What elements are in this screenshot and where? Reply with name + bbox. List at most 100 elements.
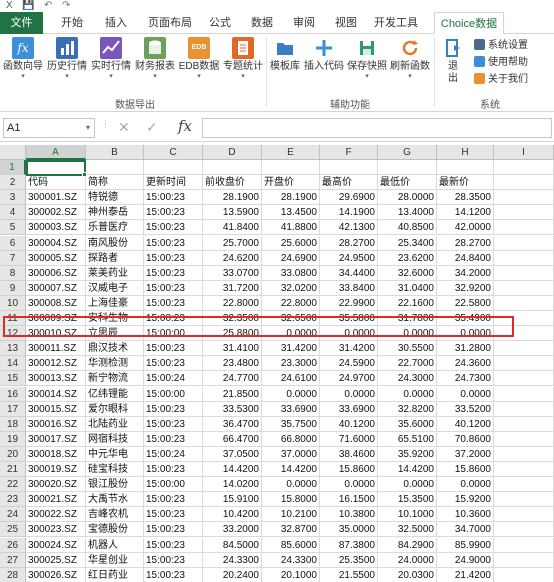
table-cell[interactable]: 15.8000 xyxy=(262,492,320,508)
table-cell[interactable]: 41.8400 xyxy=(203,220,262,236)
table-cell[interactable] xyxy=(494,190,554,206)
table-cell[interactable]: 24.0000 xyxy=(378,552,437,568)
table-cell[interactable]: 华星创业 xyxy=(86,552,144,568)
table-cell[interactable]: 14.1900 xyxy=(320,205,378,221)
table-cell[interactable]: 代码 xyxy=(26,175,86,191)
table-cell[interactable] xyxy=(494,295,554,311)
about-us-button[interactable]: 关于我们 xyxy=(474,73,528,86)
table-cell[interactable] xyxy=(144,160,203,175)
table-cell[interactable] xyxy=(262,160,320,175)
table-cell[interactable]: 28.1900 xyxy=(203,190,262,206)
table-cell[interactable]: 40.8500 xyxy=(378,220,437,236)
table-cell[interactable]: 37.0000 xyxy=(262,446,320,462)
table-cell[interactable]: 上海佳豪 xyxy=(86,295,144,311)
table-cell[interactable] xyxy=(494,175,554,191)
table-cell[interactable]: 24.6200 xyxy=(203,250,262,266)
table-cell[interactable]: 37.0500 xyxy=(203,446,262,462)
table-cell[interactable]: 15:00:23 xyxy=(144,341,203,357)
row-header[interactable]: 23 xyxy=(0,492,26,508)
table-cell[interactable]: 0.0000 xyxy=(437,386,494,402)
table-cell[interactable]: 10.3600 xyxy=(437,507,494,523)
tab-file[interactable]: 文件 xyxy=(0,12,43,34)
table-cell[interactable]: 35.0000 xyxy=(320,522,378,538)
table-cell[interactable]: 硅宝科技 xyxy=(86,462,144,477)
table-cell[interactable]: 31.4200 xyxy=(262,341,320,357)
edb-data-button[interactable]: EDB EDB数据 ▾ xyxy=(177,37,221,81)
table-cell[interactable]: 大禹节水 xyxy=(86,492,144,508)
table-cell[interactable] xyxy=(494,356,554,372)
spreadsheet-grid[interactable]: A B C D E F G H I 1 2 代码 简称 更新时间 前收盘价 开盘价 最高价 最低价 最新价 3 3000… xyxy=(0,145,554,582)
chevron-down-icon[interactable]: ▾ xyxy=(86,119,90,137)
table-cell[interactable]: 15:00:23 xyxy=(144,401,203,417)
row-header[interactable]: 15 xyxy=(0,371,26,387)
table-cell[interactable]: 24.9700 xyxy=(320,371,378,387)
table-cell[interactable]: 300011.SZ xyxy=(26,341,86,357)
table-cell[interactable]: 25.3400 xyxy=(378,235,437,251)
table-cell[interactable] xyxy=(494,507,554,523)
table-cell[interactable]: 31.4200 xyxy=(320,341,378,357)
table-cell[interactable] xyxy=(494,537,554,553)
table-cell[interactable]: 35.6000 xyxy=(378,416,437,432)
table-cell[interactable]: 32.8200 xyxy=(378,401,437,417)
table-cell[interactable]: 14.4200 xyxy=(378,462,437,477)
row-header[interactable]: 2 xyxy=(0,175,26,191)
row-header[interactable]: 13 xyxy=(0,341,26,357)
table-cell[interactable]: 21.8500 xyxy=(203,386,262,402)
formula-input[interactable] xyxy=(202,118,552,138)
row-header[interactable]: 18 xyxy=(0,416,26,432)
table-cell[interactable]: 亿纬锂能 xyxy=(86,386,144,402)
table-cell[interactable]: 15:00:23 xyxy=(144,280,203,296)
table-cell[interactable]: 24.3300 xyxy=(203,552,262,568)
table-cell[interactable]: 300006.SZ xyxy=(26,265,86,281)
table-cell[interactable]: 28.2700 xyxy=(320,235,378,251)
row-header[interactable]: 20 xyxy=(0,446,26,462)
table-cell[interactable]: 65.5100 xyxy=(378,431,437,447)
table-cell[interactable] xyxy=(494,235,554,251)
insert-code-button[interactable]: 插入代码 xyxy=(303,37,345,73)
table-cell[interactable]: 22.1600 xyxy=(378,295,437,311)
table-cell[interactable]: 15:00:23 xyxy=(144,356,203,372)
table-cell[interactable]: 30.5500 xyxy=(378,341,437,357)
table-cell[interactable]: 24.9500 xyxy=(320,250,378,266)
table-cell[interactable]: 15:00:24 xyxy=(144,446,203,462)
table-cell[interactable]: 21.4200 xyxy=(437,567,494,582)
tab-view[interactable]: 视图 xyxy=(328,12,364,34)
table-cell[interactable]: 24.7700 xyxy=(203,371,262,387)
table-cell[interactable]: 300008.SZ xyxy=(26,295,86,311)
table-cell[interactable]: 0.0000 xyxy=(378,386,437,402)
table-cell[interactable]: 13.5900 xyxy=(203,205,262,221)
table-cell[interactable]: 42.0000 xyxy=(437,220,494,236)
row-header[interactable]: 6 xyxy=(0,235,26,251)
table-cell[interactable] xyxy=(494,522,554,538)
table-cell[interactable]: 37.2000 xyxy=(437,446,494,462)
column-header[interactable]: B xyxy=(86,145,144,160)
table-cell[interactable]: 10.1000 xyxy=(378,507,437,523)
table-cell[interactable]: 神州泰岳 xyxy=(86,205,144,221)
table-cell[interactable]: 28.3500 xyxy=(437,190,494,206)
table-cell[interactable]: 22.8000 xyxy=(203,295,262,311)
table-cell[interactable]: 15:00:23 xyxy=(144,250,203,266)
table-cell[interactable]: 35.7500 xyxy=(262,416,320,432)
table-cell[interactable]: 15:00:23 xyxy=(144,462,203,477)
column-header[interactable]: A xyxy=(26,145,86,160)
table-cell[interactable] xyxy=(494,416,554,432)
table-cell[interactable]: 15:00:23 xyxy=(144,265,203,281)
fill-handle[interactable] xyxy=(82,172,87,177)
table-cell[interactable]: 乐普医疗 xyxy=(86,220,144,236)
row-header[interactable]: 3 xyxy=(0,190,26,206)
column-header[interactable]: E xyxy=(262,145,320,160)
table-cell[interactable]: 开盘价 xyxy=(262,175,320,191)
row-header[interactable]: 10 xyxy=(0,295,26,311)
table-cell[interactable]: 32.8700 xyxy=(262,522,320,538)
table-cell[interactable]: 25.6000 xyxy=(262,235,320,251)
history-quotes-button[interactable]: 历史行情 ▾ xyxy=(45,37,89,81)
table-cell[interactable] xyxy=(494,205,554,221)
table-cell[interactable]: 33.0800 xyxy=(262,265,320,281)
table-cell[interactable]: 25.3500 xyxy=(320,552,378,568)
table-cell[interactable]: 31.2800 xyxy=(437,341,494,357)
table-cell[interactable]: 300022.SZ xyxy=(26,507,86,523)
table-cell[interactable] xyxy=(494,567,554,582)
table-cell[interactable]: 33.2000 xyxy=(203,522,262,538)
table-cell[interactable]: 300026.SZ xyxy=(26,567,86,582)
table-cell[interactable]: 24.3300 xyxy=(262,552,320,568)
